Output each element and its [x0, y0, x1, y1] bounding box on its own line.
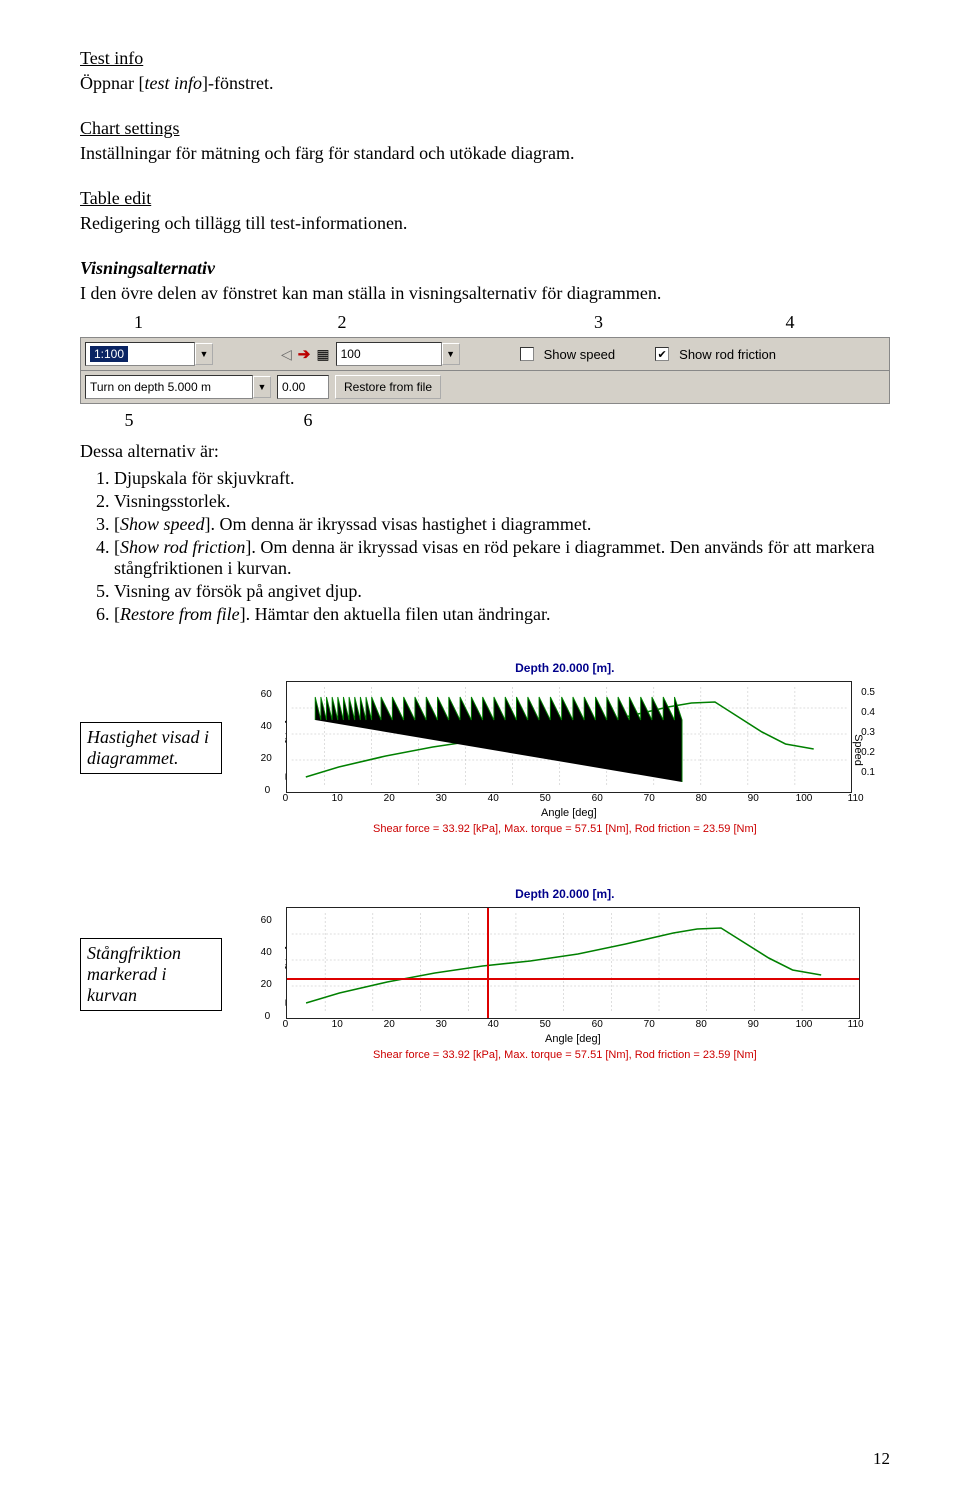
depth-value-input[interactable]: 0.00: [277, 375, 329, 399]
text-test-info: Öppnar [test info]-fönstret.: [80, 73, 890, 94]
chevron-down-icon[interactable]: ▼: [253, 376, 271, 398]
text-chart-settings: Inställningar för mätning och färg för s…: [80, 143, 890, 164]
show-speed-label: Show speed: [544, 347, 616, 362]
size-combo[interactable]: 100: [336, 342, 442, 366]
list-item: Djupskala för skjuvkraft.: [114, 468, 890, 489]
chevron-down-icon[interactable]: ▼: [442, 343, 460, 365]
legend-row-2: 5 6: [80, 410, 890, 431]
alternatives-list: Djupskala för skjuvkraft. Visningsstorle…: [90, 468, 890, 625]
rod-friction-line-horizontal: [287, 978, 859, 980]
toolbar-row-1: 1:100 ▼ ◁ ➔ ▦ 100 ▼ Show speed ✔ Show ro…: [80, 337, 890, 371]
scale-combo[interactable]: 1:100: [85, 342, 195, 366]
figure-1-row: Hastighet visad i diagrammet. Depth 20.0…: [80, 655, 890, 841]
triangle-left-icon[interactable]: ◁: [281, 346, 292, 363]
list-item: [Show speed]. Om denna är ikryssad visas…: [114, 514, 890, 535]
list-item: [Restore from file]. Hämtar den aktuella…: [114, 604, 890, 625]
rod-friction-line-vertical: [487, 908, 489, 1018]
alts-intro: Dessa alternativ är:: [80, 441, 890, 462]
show-speed-checkbox[interactable]: [520, 347, 534, 361]
section-table-edit: Table edit Redigering och tillägg till t…: [80, 188, 890, 234]
section-test-info: Test info Öppnar [test info]-fönstret.: [80, 48, 890, 94]
figure-2-label: Stångfriktion markerad i kurvan: [80, 938, 222, 1011]
legend-row-1: 1 2 3 4: [80, 312, 890, 333]
turn-depth-combo[interactable]: Turn on depth 5.000 m: [85, 375, 253, 399]
link-test-info[interactable]: Test info: [80, 48, 143, 68]
list-item: Visningsstorlek.: [114, 491, 890, 512]
chart-speed: Depth 20.000 [m]. Torque [Nm] Speed: [240, 655, 890, 841]
show-rod-friction-checkbox[interactable]: ✔: [655, 347, 669, 361]
list-item: [Show rod friction]. Om denna är ikryssa…: [114, 537, 890, 579]
grid-icon[interactable]: ▦: [316, 346, 329, 363]
arrow-right-icon[interactable]: ➔: [298, 345, 311, 363]
text-table-edit: Redigering och tillägg till test-informa…: [80, 213, 890, 234]
chart-rod-friction: Depth 20.000 [m]. Torque [Nm] 0 20 40 60: [240, 881, 890, 1067]
page-number: 12: [873, 1449, 890, 1469]
heading-visningsalternativ: Visningsalternativ: [80, 258, 890, 279]
chart-caption: Shear force = 33.92 [kPa], Max. torque =…: [246, 1045, 884, 1061]
toolbar-row-2: Turn on depth 5.000 m ▼ 0.00 Restore fro…: [80, 371, 890, 404]
section-visningsalternativ: Visningsalternativ I den övre delen av f…: [80, 258, 890, 304]
link-table-edit[interactable]: Table edit: [80, 188, 151, 208]
figure-2-row: Stångfriktion markerad i kurvan Depth 20…: [80, 881, 890, 1067]
chevron-down-icon[interactable]: ▼: [195, 343, 213, 365]
show-rod-friction-label: Show rod friction: [679, 347, 776, 362]
link-chart-settings[interactable]: Chart settings: [80, 118, 180, 138]
list-item: Visning av försök på angivet djup.: [114, 581, 890, 602]
section-chart-settings: Chart settings Inställningar för mätning…: [80, 118, 890, 164]
text-visningsalternativ: I den övre delen av fönstret kan man stä…: [80, 283, 890, 304]
figure-1-label: Hastighet visad i diagrammet.: [80, 722, 222, 774]
chart-caption: Shear force = 33.92 [kPa], Max. torque =…: [246, 819, 884, 835]
restore-from-file-button[interactable]: Restore from file: [335, 375, 441, 399]
